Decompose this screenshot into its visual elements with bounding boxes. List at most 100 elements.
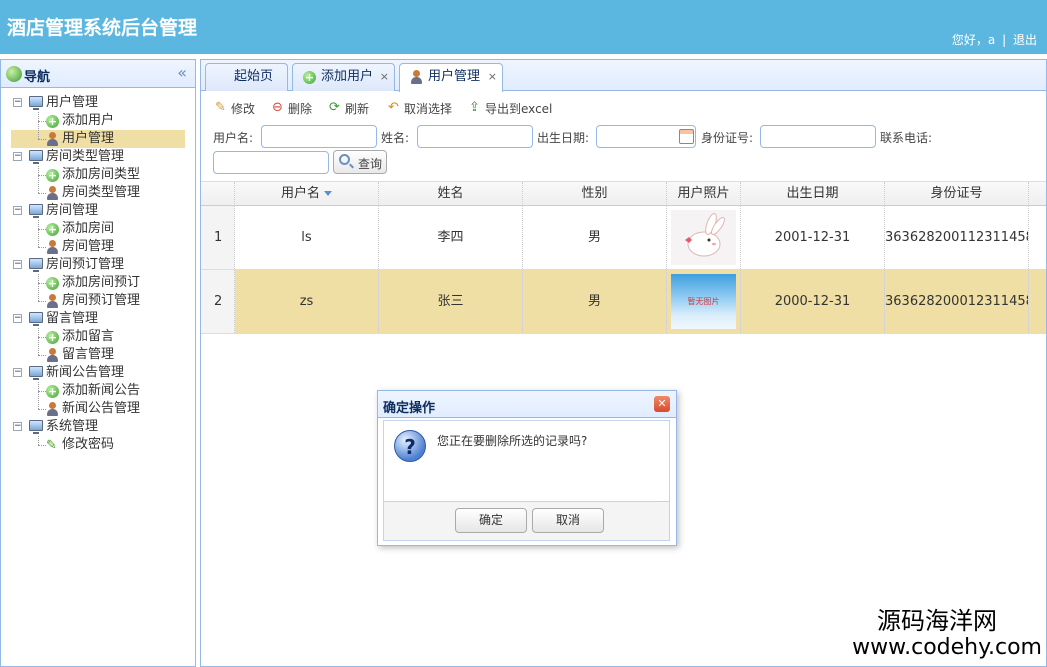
cell-gender: 男 <box>523 206 667 269</box>
sidebar-item-label: 房间预订管理 <box>62 293 141 308</box>
undo-icon: ↶ <box>388 100 399 115</box>
watermark: 源码海洋网 www.codehy.com <box>852 607 1042 661</box>
tree-group-3[interactable]: − 房间预订管理 <box>1 256 195 274</box>
col-name[interactable]: 姓名 <box>379 182 523 206</box>
phone-label: 联系电话: <box>880 131 933 145</box>
row-number: 2 <box>201 270 235 333</box>
collapse-toggle-icon[interactable]: − <box>13 314 22 323</box>
folder-icon <box>29 420 43 434</box>
add-icon: + <box>46 385 59 398</box>
delete-icon: ⊖ <box>272 100 283 115</box>
logout-link[interactable]: 退出 <box>1013 33 1037 47</box>
sort-desc-icon <box>324 191 332 196</box>
col-photo[interactable]: 用户照片 <box>667 182 741 206</box>
cell-username: zs <box>235 270 379 333</box>
sidebar: 导航 « − 用户管理 + 添加用户 用户管理 − 房间类型管理 + 添加房间类型 房间类型管理 −… <box>0 59 196 667</box>
separator: | <box>1002 33 1007 47</box>
cell-idcard: 363628200112311458 <box>885 206 1029 269</box>
sidebar-item-label: 修改密码 <box>62 437 115 452</box>
tab-close-icon[interactable]: × <box>488 64 497 90</box>
add-icon: + <box>46 277 59 290</box>
name-label: 姓名: <box>381 131 410 145</box>
cell-username: ls <box>235 206 379 269</box>
watermark-en: www.codehy.com <box>852 635 1042 660</box>
birth-label: 出生日期: <box>537 131 590 145</box>
cell-birth: 2000-12-31 <box>741 270 885 333</box>
collapse-toggle-icon[interactable]: − <box>13 260 22 269</box>
tree-group-2[interactable]: − 房间管理 <box>1 202 195 220</box>
tab-user-manage[interactable]: 用户管理 × <box>399 63 503 92</box>
bunny-image <box>685 213 725 257</box>
no-image-text: 暂无图片 <box>687 297 720 306</box>
collapse-toggle-icon[interactable]: − <box>13 98 22 107</box>
name-input[interactable] <box>417 125 533 148</box>
dialog-message: 您正在要删除所选的记录吗? <box>437 434 588 448</box>
col-gender[interactable]: 性别 <box>523 182 667 206</box>
phone-input[interactable] <box>213 151 329 174</box>
tree-line <box>38 337 46 338</box>
col-birth[interactable]: 出生日期 <box>741 182 885 206</box>
confirm-dialog: 确定操作 ✕ ? 您正在要删除所选的记录吗? 确定 取消 <box>377 390 677 546</box>
tree-group-6[interactable]: − 系统管理 <box>1 418 195 436</box>
tab-home[interactable]: 起始页 <box>205 63 288 91</box>
cell-idcard: 363628200012311458 <box>885 270 1029 333</box>
tab-user-manage-label: 用户管理 <box>428 69 481 84</box>
close-icon[interactable]: ✕ <box>654 396 670 412</box>
dialog-title: 确定操作 <box>383 401 436 416</box>
tree-line <box>38 247 46 248</box>
sidebar-item-label: 房间类型管理 <box>62 185 141 200</box>
tree-group-1[interactable]: − 房间类型管理 <box>1 148 195 166</box>
collapse-toggle-icon[interactable]: − <box>13 368 22 377</box>
collapse-icon[interactable]: « <box>177 63 187 82</box>
username-input[interactable] <box>261 125 377 148</box>
question-icon: ? <box>394 430 426 462</box>
dialog-header: 确定操作 ✕ <box>378 391 676 418</box>
collapse-toggle-icon[interactable]: − <box>13 206 22 215</box>
tree-line <box>38 175 46 176</box>
tab-close-icon[interactable]: × <box>380 64 389 90</box>
sidebar-item-label: 添加用户 <box>62 113 115 128</box>
col-idcard[interactable]: 身份证号 <box>885 182 1029 206</box>
collapse-toggle-icon[interactable]: − <box>13 422 22 431</box>
tab-add-user-label: 添加用户 <box>321 69 374 84</box>
tree-line <box>38 355 46 356</box>
tree-group-label: 用户管理 <box>46 95 99 110</box>
tree-line <box>38 391 46 392</box>
cell-name: 李四 <box>379 206 523 269</box>
refresh-icon: ⟳ <box>329 100 340 115</box>
tree-line <box>38 301 46 302</box>
query-button[interactable]: 查询 <box>333 150 387 174</box>
user-photo <box>671 210 736 265</box>
toolbar: ✎ 修改 ⊖ 删除 ⟳ 刷新 ↶ 取消选择 ⇪ 导出到excel <box>201 93 1046 121</box>
username-label: 用户名: <box>213 131 254 145</box>
tree-group-label: 房间类型管理 <box>46 149 125 164</box>
col-username[interactable]: 用户名 <box>235 182 379 206</box>
table-row[interactable]: 2 zs 张三 男 暂无图片 2000-12-31 36362820001231… <box>201 270 1046 334</box>
tree-group-0[interactable]: − 用户管理 <box>1 94 195 112</box>
user-icon <box>46 132 59 146</box>
collapse-toggle-icon[interactable]: − <box>13 152 22 161</box>
app-header: 酒店管理系统后台管理 您好，a | 退出 <box>0 0 1047 54</box>
tree-group-4[interactable]: − 留言管理 <box>1 310 195 328</box>
cell-name: 张三 <box>379 270 523 333</box>
tree-line <box>38 112 39 139</box>
tab-home-label: 起始页 <box>234 69 274 84</box>
tree-group-5[interactable]: − 新闻公告管理 <box>1 364 195 382</box>
user-bar: 您好，a | 退出 <box>952 31 1037 48</box>
app-title: 酒店管理系统后台管理 <box>7 17 198 39</box>
rownum-header <box>201 182 235 206</box>
calendar-icon[interactable] <box>679 129 694 144</box>
tree-line <box>38 445 46 446</box>
tree-line <box>38 121 46 122</box>
tab-add-user[interactable]: + 添加用户 × <box>292 63 395 91</box>
ok-button[interactable]: 确定 <box>455 508 527 533</box>
table-row[interactable]: 1 ls 李四 男 2001-12-31 363628200112311458 <box>201 206 1046 270</box>
sidebar-header: 导航 « <box>1 60 195 88</box>
edit-icon: ✎ <box>215 100 226 115</box>
cancel-button[interactable]: 取消 <box>532 508 604 533</box>
user-icon <box>46 240 59 254</box>
tree-line <box>38 436 39 445</box>
idcard-input[interactable] <box>760 125 876 148</box>
pencil-icon: ✎ <box>46 438 57 453</box>
add-icon: + <box>46 169 59 182</box>
